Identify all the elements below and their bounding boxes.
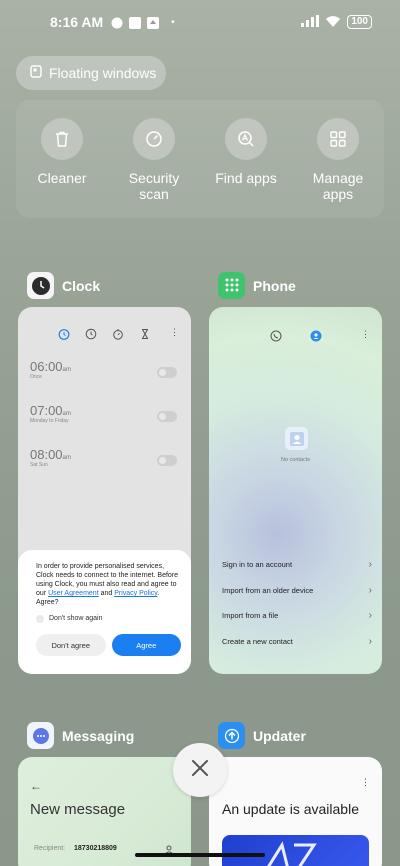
dont-show-label: Don't show again: [49, 615, 103, 622]
floating-windows-label: Floating windows: [49, 65, 157, 81]
tool-label: Find apps: [215, 170, 277, 186]
new-message-title: New message: [30, 801, 126, 818]
recipient-value[interactable]: 18730218809: [74, 845, 117, 852]
tool-find-apps[interactable]: Find apps: [206, 118, 286, 218]
alarm-list: 06:00am Once 07:00am Monday to Friday 08…: [18, 359, 191, 491]
alarm-row[interactable]: 08:00am Sat Sun: [30, 447, 191, 491]
wifi-icon: [325, 14, 341, 30]
updater-app-header[interactable]: Updater: [218, 722, 306, 749]
update-title: An update is available: [222, 801, 359, 817]
timer-tab-icon[interactable]: [139, 327, 151, 345]
contacts-tab-icon[interactable]: [310, 329, 322, 347]
gauge-icon: [133, 118, 175, 160]
user-agreement-link[interactable]: User Agreement: [48, 590, 99, 597]
alarm-toggle[interactable]: [157, 367, 177, 378]
app-search-icon: [225, 118, 267, 160]
phone-menu: Sign in to an account › Import from an ol…: [209, 552, 382, 654]
call-log-tab-icon[interactable]: [270, 329, 282, 347]
floating-window-icon: [30, 65, 42, 81]
clock-recent-card[interactable]: ⋮ 06:00am Once 07:00am Monday to Friday …: [18, 307, 191, 674]
more-options-icon[interactable]: ⋮: [361, 329, 370, 340]
quick-tools: Cleaner Security scan Find apps Manage a…: [16, 100, 384, 218]
tool-label: Manage apps: [312, 170, 364, 202]
menu-create-contact[interactable]: Create a new contact ›: [209, 629, 382, 655]
notification-icon-arrow: [147, 16, 160, 29]
agree-button[interactable]: Agree: [111, 634, 181, 656]
signal-icon: [301, 14, 320, 30]
tool-security-scan[interactable]: Security scan: [114, 118, 194, 218]
tool-cleaner[interactable]: Cleaner: [22, 118, 102, 218]
contact-card-icon: [285, 427, 308, 450]
messaging-app-icon: [27, 722, 54, 749]
back-arrow-icon[interactable]: ←: [30, 779, 42, 793]
dont-show-again-option[interactable]: Don't show again: [36, 614, 181, 623]
tool-label: Security scan: [128, 170, 180, 202]
status-time: 8:16 AM: [50, 14, 104, 30]
consent-dialog: In order to provide personalised service…: [18, 550, 191, 674]
grid-icon: [317, 118, 359, 160]
phone-recent-card[interactable]: ⋮ No contacts Sign in to an account › Imp…: [209, 307, 382, 674]
clock-app-icon: [27, 272, 54, 299]
updater-arrow-up-icon: [218, 722, 245, 749]
messaging-app-name: Messaging: [62, 727, 135, 744]
update-banner: [222, 835, 369, 866]
tool-manage-apps[interactable]: Manage apps: [298, 118, 378, 218]
phone-app-header[interactable]: Phone: [218, 272, 296, 299]
world-clock-tab-icon[interactable]: [85, 327, 97, 345]
floating-windows-button[interactable]: Floating windows: [16, 56, 166, 90]
updater-recent-card[interactable]: ⋮ An update is available: [209, 757, 382, 866]
home-indicator[interactable]: [135, 853, 265, 857]
menu-sign-in[interactable]: Sign in to an account ›: [209, 552, 382, 578]
consent-text: In order to provide personalised service…: [36, 563, 179, 606]
alarm-toggle[interactable]: [157, 411, 177, 422]
clock-tabs: ⋮: [18, 327, 191, 345]
chevron-right-icon: ›: [368, 559, 372, 571]
no-contacts-text: No contacts: [280, 457, 311, 463]
notification-icon: [111, 16, 123, 29]
tool-label: Cleaner: [37, 170, 87, 186]
alarm-row[interactable]: 07:00am Monday to Friday: [30, 403, 191, 447]
status-bar: 8:16 AM • 100: [0, 0, 400, 44]
clock-app-header[interactable]: Clock: [27, 272, 100, 299]
chevron-right-icon: ›: [368, 635, 372, 647]
notification-icon-square: [129, 16, 142, 29]
more-options-icon[interactable]: ⋮: [361, 777, 370, 788]
dont-show-checkbox[interactable]: [36, 614, 44, 623]
menu-import-file[interactable]: Import from a file ›: [209, 603, 382, 629]
close-icon: [191, 759, 209, 782]
close-all-button[interactable]: [173, 743, 227, 797]
phone-app-name: Phone: [253, 277, 296, 294]
clock-app-name: Clock: [62, 277, 101, 294]
dont-agree-button[interactable]: Don't agree: [36, 634, 106, 656]
battery-icon: 100: [347, 15, 372, 29]
messaging-app-header[interactable]: Messaging: [27, 722, 134, 749]
more-notifications-dot: •: [171, 16, 175, 28]
contact-picker-icon[interactable]: [164, 842, 174, 860]
phone-tabs: ⋮: [209, 329, 382, 347]
alarm-tab-icon[interactable]: [58, 327, 70, 345]
alarm-toggle[interactable]: [157, 455, 177, 466]
messaging-recent-card[interactable]: ← New message Recipient: 18730218809: [18, 757, 191, 866]
updater-app-name: Updater: [253, 727, 306, 744]
alarm-row[interactable]: 06:00am Once: [30, 359, 191, 403]
menu-import-older-device[interactable]: Import from an older device ›: [209, 578, 382, 604]
chevron-right-icon: ›: [368, 584, 372, 596]
stopwatch-tab-icon[interactable]: [112, 327, 124, 345]
privacy-policy-link[interactable]: Privacy Policy: [114, 590, 157, 597]
recipient-label: Recipient:: [34, 845, 66, 852]
consent-buttons: Don't agree Agree: [36, 634, 181, 656]
more-options-icon[interactable]: ⋮: [170, 327, 179, 338]
phone-dialpad-icon: [218, 272, 245, 299]
trash-icon: [41, 118, 83, 160]
chevron-right-icon: ›: [368, 610, 372, 622]
